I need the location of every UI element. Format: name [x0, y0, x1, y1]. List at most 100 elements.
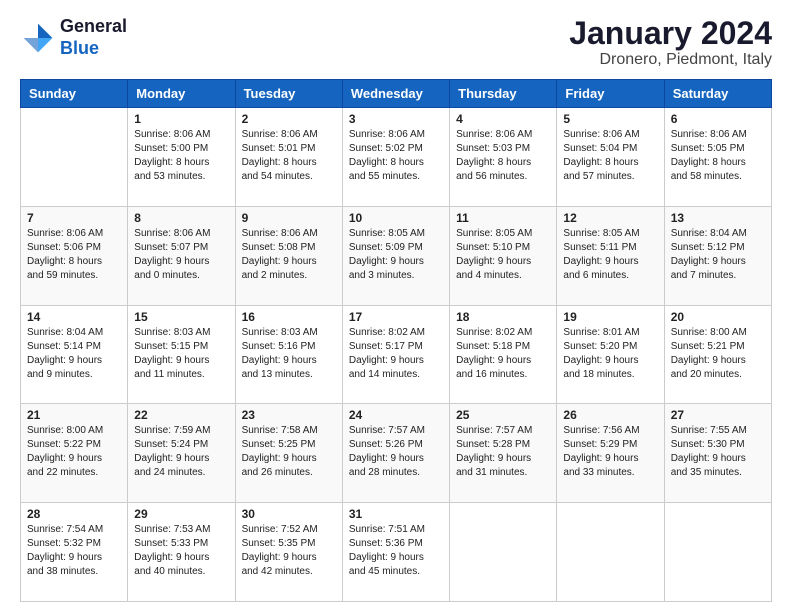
calendar-cell: 17 Sunrise: 8:02 AM Sunset: 5:17 PM Dayli… — [342, 305, 449, 404]
day-info: Sunrise: 8:06 AM Sunset: 5:07 PM Dayligh… — [134, 227, 228, 283]
calendar-row-5: 28Sunrise: 7:54 AM Sunset: 5:32 PM Dayli… — [21, 503, 772, 602]
calendar-cell: 29Sunrise: 7:53 AM Sunset: 5:33 PM Dayli… — [128, 503, 235, 602]
day-number: 16 — [242, 310, 336, 324]
col-friday: Friday — [557, 80, 664, 108]
day-info: Sunrise: 8:06 AM Sunset: 5:08 PM Dayligh… — [242, 227, 336, 283]
day-number: 24 — [349, 408, 443, 422]
day-number: 22 — [134, 408, 228, 422]
col-monday: Monday — [128, 80, 235, 108]
day-number: 31 — [349, 507, 443, 521]
day-info: Sunrise: 7:58 AM Sunset: 5:25 PM Dayligh… — [242, 424, 336, 480]
calendar-cell: 12 Sunrise: 8:05 AM Sunset: 5:11 PM Dayli… — [557, 206, 664, 305]
title-block: January 2024 Dronero, Piedmont, Italy — [569, 16, 772, 69]
calendar-cell: 6 Sunrise: 8:06 AM Sunset: 5:05 PM Daylig… — [664, 108, 771, 207]
calendar-row-3: 14Sunrise: 8:04 AM Sunset: 5:14 PM Dayli… — [21, 305, 772, 404]
day-number: 6 — [671, 112, 765, 126]
calendar-cell: 27Sunrise: 7:55 AM Sunset: 5:30 PM Dayli… — [664, 404, 771, 503]
calendar-cell: 28Sunrise: 7:54 AM Sunset: 5:32 PM Dayli… — [21, 503, 128, 602]
calendar-cell: 31Sunrise: 7:51 AM Sunset: 5:36 PM Dayli… — [342, 503, 449, 602]
day-number: 30 — [242, 507, 336, 521]
calendar-cell: 26Sunrise: 7:56 AM Sunset: 5:29 PM Dayli… — [557, 404, 664, 503]
day-number: 23 — [242, 408, 336, 422]
calendar-cell: 2Sunrise: 8:06 AM Sunset: 5:01 PM Daylig… — [235, 108, 342, 207]
calendar-cell: 16 Sunrise: 8:03 AM Sunset: 5:16 PM Dayli… — [235, 305, 342, 404]
calendar-table: Sunday Monday Tuesday Wednesday Thursday… — [20, 79, 772, 602]
calendar-cell: 8 Sunrise: 8:06 AM Sunset: 5:07 PM Daylig… — [128, 206, 235, 305]
day-info: Sunrise: 8:02 AM Sunset: 5:17 PM Dayligh… — [349, 326, 443, 382]
calendar-cell: 5 Sunrise: 8:06 AM Sunset: 5:04 PM Daylig… — [557, 108, 664, 207]
calendar-cell: 23 Sunrise: 7:58 AM Sunset: 5:25 PM Dayli… — [235, 404, 342, 503]
logo-line1: General — [60, 16, 127, 38]
day-info: Sunrise: 7:55 AM Sunset: 5:30 PM Dayligh… — [671, 424, 765, 480]
day-info: Sunrise: 8:06 AM Sunset: 5:04 PM Dayligh… — [563, 128, 657, 184]
day-number: 14 — [27, 310, 121, 324]
calendar-cell — [664, 503, 771, 602]
day-number: 25 — [456, 408, 550, 422]
calendar-cell: 15Sunrise: 8:03 AM Sunset: 5:15 PM Dayli… — [128, 305, 235, 404]
main-title: January 2024 — [569, 16, 772, 51]
col-thursday: Thursday — [450, 80, 557, 108]
calendar-cell: 13 Sunrise: 8:04 AM Sunset: 5:12 PM Dayli… — [664, 206, 771, 305]
day-info: Sunrise: 8:06 AM Sunset: 5:02 PM Dayligh… — [349, 128, 443, 184]
day-info: Sunrise: 8:06 AM Sunset: 5:05 PM Dayligh… — [671, 128, 765, 184]
day-info: Sunrise: 8:03 AM Sunset: 5:16 PM Dayligh… — [242, 326, 336, 382]
calendar-cell: 25 Sunrise: 7:57 AM Sunset: 5:28 PM Dayli… — [450, 404, 557, 503]
calendar-cell: 18Sunrise: 8:02 AM Sunset: 5:18 PM Dayli… — [450, 305, 557, 404]
header: General Blue January 2024 Dronero, Piedm… — [20, 16, 772, 69]
logo-line2: Blue — [60, 38, 127, 60]
calendar-cell — [450, 503, 557, 602]
day-info: Sunrise: 7:53 AM Sunset: 5:33 PM Dayligh… — [134, 523, 228, 579]
day-number: 28 — [27, 507, 121, 521]
day-info: Sunrise: 7:57 AM Sunset: 5:26 PM Dayligh… — [349, 424, 443, 480]
day-number: 18 — [456, 310, 550, 324]
logo-icon — [20, 20, 56, 56]
day-number: 1 — [134, 112, 228, 126]
day-number: 12 — [563, 211, 657, 225]
calendar-cell: 21 Sunrise: 8:00 AM Sunset: 5:22 PM Dayli… — [21, 404, 128, 503]
day-number: 7 — [27, 211, 121, 225]
calendar-cell: 7 Sunrise: 8:06 AM Sunset: 5:06 PM Daylig… — [21, 206, 128, 305]
day-number: 13 — [671, 211, 765, 225]
day-info: Sunrise: 8:06 AM Sunset: 5:00 PM Dayligh… — [134, 128, 228, 184]
calendar-cell: 11Sunrise: 8:05 AM Sunset: 5:10 PM Dayli… — [450, 206, 557, 305]
day-info: Sunrise: 8:04 AM Sunset: 5:12 PM Dayligh… — [671, 227, 765, 283]
day-number: 20 — [671, 310, 765, 324]
day-number: 21 — [27, 408, 121, 422]
calendar-row-2: 7 Sunrise: 8:06 AM Sunset: 5:06 PM Daylig… — [21, 206, 772, 305]
calendar-row-4: 21 Sunrise: 8:00 AM Sunset: 5:22 PM Dayli… — [21, 404, 772, 503]
day-info: Sunrise: 8:06 AM Sunset: 5:06 PM Dayligh… — [27, 227, 121, 283]
day-number: 9 — [242, 211, 336, 225]
day-info: Sunrise: 8:00 AM Sunset: 5:22 PM Dayligh… — [27, 424, 121, 480]
day-number: 5 — [563, 112, 657, 126]
col-saturday: Saturday — [664, 80, 771, 108]
day-info: Sunrise: 7:57 AM Sunset: 5:28 PM Dayligh… — [456, 424, 550, 480]
logo: General Blue — [20, 16, 127, 59]
day-info: Sunrise: 7:52 AM Sunset: 5:35 PM Dayligh… — [242, 523, 336, 579]
day-number: 4 — [456, 112, 550, 126]
day-number: 3 — [349, 112, 443, 126]
calendar-cell: 14Sunrise: 8:04 AM Sunset: 5:14 PM Dayli… — [21, 305, 128, 404]
day-info: Sunrise: 8:00 AM Sunset: 5:21 PM Dayligh… — [671, 326, 765, 382]
calendar-cell: 30 Sunrise: 7:52 AM Sunset: 5:35 PM Dayli… — [235, 503, 342, 602]
col-tuesday: Tuesday — [235, 80, 342, 108]
day-info: Sunrise: 8:06 AM Sunset: 5:01 PM Dayligh… — [242, 128, 336, 184]
day-info: Sunrise: 8:01 AM Sunset: 5:20 PM Dayligh… — [563, 326, 657, 382]
col-wednesday: Wednesday — [342, 80, 449, 108]
day-info: Sunrise: 8:06 AM Sunset: 5:03 PM Dayligh… — [456, 128, 550, 184]
day-number: 26 — [563, 408, 657, 422]
calendar-cell: 4 Sunrise: 8:06 AM Sunset: 5:03 PM Daylig… — [450, 108, 557, 207]
header-row: Sunday Monday Tuesday Wednesday Thursday… — [21, 80, 772, 108]
day-info: Sunrise: 8:05 AM Sunset: 5:11 PM Dayligh… — [563, 227, 657, 283]
subtitle: Dronero, Piedmont, Italy — [569, 51, 772, 69]
day-info: Sunrise: 8:05 AM Sunset: 5:09 PM Dayligh… — [349, 227, 443, 283]
day-number: 8 — [134, 211, 228, 225]
day-number: 17 — [349, 310, 443, 324]
day-info: Sunrise: 7:59 AM Sunset: 5:24 PM Dayligh… — [134, 424, 228, 480]
calendar-cell: 24 Sunrise: 7:57 AM Sunset: 5:26 PM Dayli… — [342, 404, 449, 503]
calendar-cell — [21, 108, 128, 207]
calendar-cell: 20 Sunrise: 8:00 AM Sunset: 5:21 PM Dayli… — [664, 305, 771, 404]
calendar-cell: 10Sunrise: 8:05 AM Sunset: 5:09 PM Dayli… — [342, 206, 449, 305]
day-number: 11 — [456, 211, 550, 225]
calendar-cell: 1 Sunrise: 8:06 AM Sunset: 5:00 PM Daylig… — [128, 108, 235, 207]
calendar-cell: 19Sunrise: 8:01 AM Sunset: 5:20 PM Dayli… — [557, 305, 664, 404]
